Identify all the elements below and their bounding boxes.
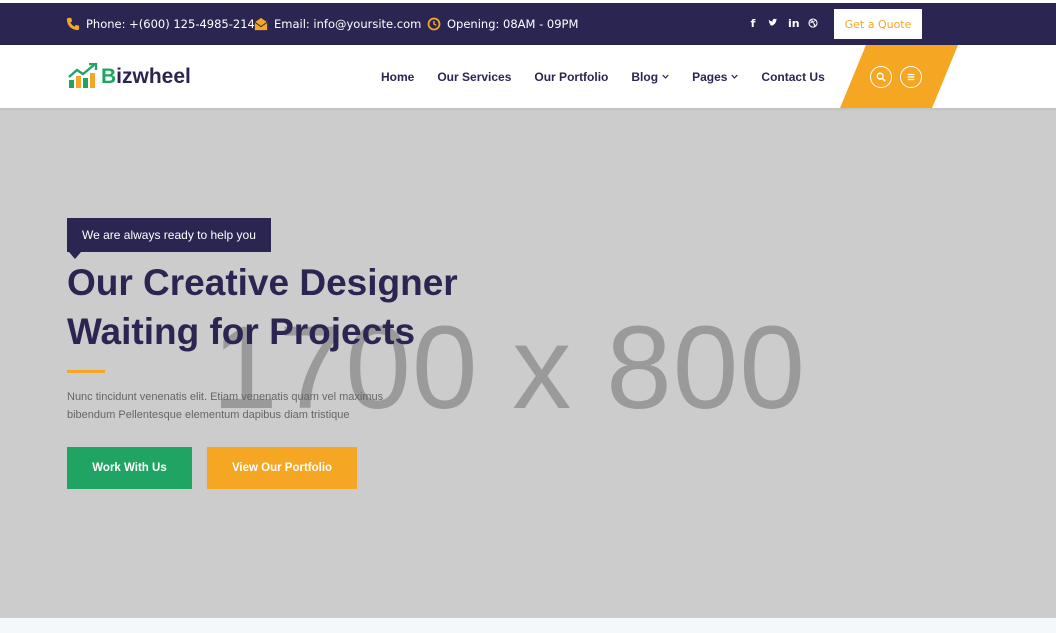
nav-label: Contact Us xyxy=(761,69,825,84)
nav-our-portfolio[interactable]: Our Portfolio xyxy=(534,70,608,84)
hero-section: 1700 x 800 We are always ready to help y… xyxy=(0,108,1056,618)
hero-description: Nunc tincidunt venenatis elit. Etiam ven… xyxy=(67,388,447,424)
main-header: Bizwheel Home Our Services Our Portfolio… xyxy=(0,45,1056,108)
phone-text: Phone: +(600) 125-4985-214 xyxy=(86,17,255,31)
nav-label: Pages xyxy=(692,69,728,84)
twitter-icon[interactable] xyxy=(768,18,778,30)
search-icon xyxy=(876,72,886,82)
nav-contact-us[interactable]: Contact Us xyxy=(761,70,824,84)
nav-label: Blog xyxy=(631,69,659,84)
hamburger-icon xyxy=(907,73,915,81)
clock-icon xyxy=(427,17,441,31)
envelope-icon xyxy=(254,17,268,31)
email-text: Email: info@yoursite.com xyxy=(274,17,422,31)
logo-prefix: B xyxy=(101,65,117,88)
nav-label: Home xyxy=(381,69,415,84)
get-quote-button[interactable]: Get a Quote xyxy=(834,9,922,39)
site-logo[interactable]: Bizwheel xyxy=(68,63,191,89)
hero-tagline: We are always ready to help you xyxy=(67,218,271,259)
nav-home[interactable]: Home xyxy=(381,70,414,84)
nav-blog[interactable]: Blog xyxy=(631,70,669,84)
headline-line-2: Waiting for Projects xyxy=(67,311,416,352)
email-info: Email: info@yoursite.com xyxy=(254,3,421,45)
phone-icon xyxy=(66,17,80,31)
menu-button[interactable] xyxy=(900,66,922,88)
chevron-down-icon xyxy=(731,74,739,79)
hero-headline: Our Creative Designer Waiting for Projec… xyxy=(67,258,587,356)
linkedin-icon[interactable]: in xyxy=(788,18,800,30)
nav-pages[interactable]: Pages xyxy=(692,69,739,84)
top-info-bar: Phone: +(600) 125-4985-214 Email: info@y… xyxy=(0,3,1056,45)
logo-text: Bizwheel xyxy=(101,65,191,89)
headline-divider xyxy=(67,370,105,373)
hours-info: Opening: 08AM - 09PM xyxy=(427,3,578,45)
description-line-2: bibendum Pellentesque elementum dapibus … xyxy=(67,409,350,421)
growth-chart-icon xyxy=(68,63,98,88)
description-line-1: Nunc tincidunt venenatis elit. Etiam ven… xyxy=(67,391,384,403)
nav-our-services[interactable]: Our Services xyxy=(437,70,511,84)
nav-label: Our Portfolio xyxy=(534,69,609,84)
header-accent-shape xyxy=(840,45,958,108)
chevron-down-icon xyxy=(662,74,669,79)
facebook-icon[interactable]: f xyxy=(748,18,758,30)
hours-text: Opening: 08AM - 09PM xyxy=(447,17,579,31)
social-links: f in xyxy=(748,3,828,45)
view-portfolio-button[interactable]: View Our Portfolio xyxy=(207,447,357,489)
main-nav: Home Our Services Our Portfolio Blog Pag… xyxy=(381,45,848,108)
dribbble-icon[interactable] xyxy=(808,18,818,30)
logo-rest: izwheel xyxy=(116,65,191,88)
phone-info: Phone: +(600) 125-4985-214 xyxy=(66,3,255,45)
next-section-edge xyxy=(0,618,1056,633)
search-button[interactable] xyxy=(870,66,892,88)
work-with-us-button[interactable]: Work With Us xyxy=(67,447,192,489)
nav-label: Our Services xyxy=(437,69,512,84)
headline-line-1: Our Creative Designer xyxy=(67,262,458,303)
